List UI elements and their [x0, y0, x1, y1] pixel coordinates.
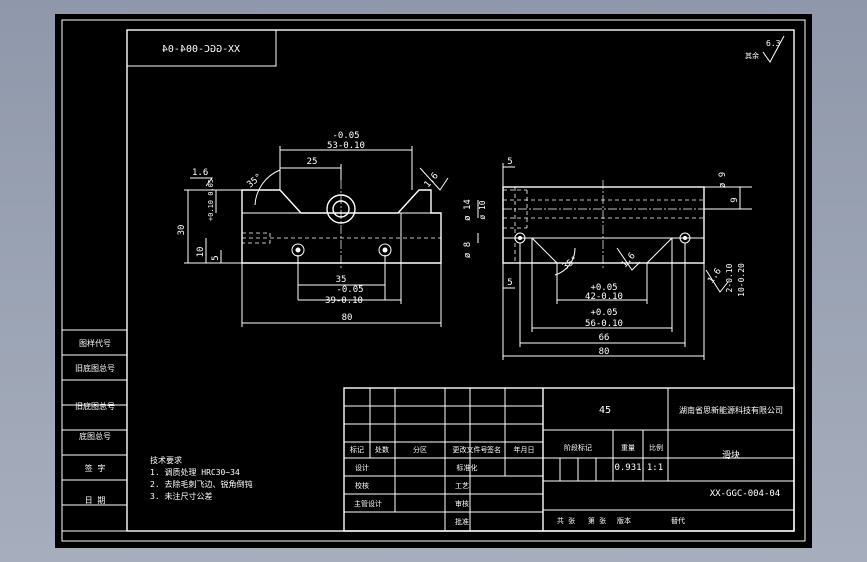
tb-row-label: 校核: [355, 481, 369, 490]
side-roughness-right: 1.6: [706, 267, 724, 286]
tb-bottom-label: 版本: [617, 516, 631, 525]
front-view: -0.05 53-0.10 25 35 -0.05 39-0.10 80 30 …: [177, 131, 449, 327]
side-v-groove: [530, 237, 674, 264]
front-small-hole-right-core: [382, 247, 388, 253]
dim-10: 10: [196, 247, 206, 258]
side-view: 5 ø 14 ø 10 ø 8 ø 9 9 5 +0.05 42-0.10 +0…: [463, 157, 752, 360]
tb-header: 处数: [375, 445, 389, 454]
tb-header: 分区: [413, 445, 427, 454]
side-angle-35: 35°: [561, 255, 580, 273]
title-block: 45 湖南省思新能源科技有限公司 滑块 XX-GGC-004-04 0.931 …: [343, 387, 795, 532]
side-dim-42: 42-0.10: [585, 292, 623, 302]
tb-bottom-label: 共 张: [557, 516, 575, 525]
tb-mid-label: 批准: [455, 517, 469, 526]
left-strip-label: 日 期: [85, 496, 106, 505]
dim-25: 25: [307, 157, 318, 167]
dim-5: 5: [211, 255, 221, 260]
dim-80: 80: [342, 313, 353, 323]
left-strip-label: 旧底图总号: [75, 401, 115, 411]
tb-header: 年月日: [514, 445, 535, 454]
tb-bottom-label: 第 张: [588, 516, 606, 525]
dim-10-tol: +0.10 0.05: [207, 179, 215, 221]
tb-header-right: 比例: [649, 443, 663, 452]
inner-frame: [126, 29, 795, 532]
left-strip: 图样代号 旧底图总号 旧底图总号 底图总号 签 字 日 期: [61, 329, 128, 532]
dim-30: 30: [177, 225, 187, 236]
side-dim-80: 80: [599, 347, 610, 357]
tb-header: 更改文件号: [453, 445, 488, 454]
left-strip-label: 图样代号: [79, 338, 111, 348]
roughness-note: 其余: [745, 51, 759, 60]
material: 45: [599, 405, 611, 416]
side-dim-5-bot: 5: [507, 278, 512, 288]
dim-35: 35: [336, 275, 347, 285]
left-strip-label: 旧底图总号: [75, 363, 115, 373]
tb-header-right: 重量: [621, 444, 635, 452]
side-dim-2: 2-0.10: [725, 263, 734, 292]
part-number-mirrored: XX-GGC-004-04: [162, 44, 240, 55]
part-name: 滑块: [722, 449, 740, 461]
left-strip-label: 签 字: [85, 463, 106, 473]
tech-req-item: 3. 未注尺寸公差: [150, 491, 212, 501]
side-dim-d14: ø 14: [463, 199, 473, 221]
side-dim-56: 56-0.10: [585, 319, 623, 329]
side-dim-10: 10-0.20: [737, 263, 746, 297]
technical-requirements: 技术要求 1. 调质处理 HRC30~34 2. 去除毛刺飞边、锐角倒钝 3. …: [150, 455, 252, 501]
front-small-hole-left-core: [295, 247, 301, 253]
roughness-value: 6.3: [766, 39, 781, 48]
tb-header: 标记: [350, 445, 364, 454]
front-angle-35: 35°: [246, 172, 265, 190]
tb-row-label: 设计: [355, 463, 369, 472]
part-number: XX-GGC-004-04: [710, 489, 780, 499]
cad-drawing: XX-GGC-004-04 其余 6.3 -0.05 53-0.10 25 35…: [61, 19, 806, 542]
tb-header-right: 阶段标记: [564, 443, 592, 452]
side-dim-66: 66: [599, 333, 610, 343]
left-strip-label: 底图总号: [79, 431, 111, 441]
tb-mid-label: 工艺: [455, 482, 469, 490]
dim-53: 53-0.10: [327, 141, 365, 151]
side-view-outline: [502, 186, 705, 264]
side-dim-5-top: 5: [507, 157, 512, 167]
side-dim-9: 9: [730, 197, 740, 202]
tb-bottom-label: 替代: [671, 516, 685, 525]
tb-mid-label: 审核: [455, 499, 469, 508]
dim-39: 39-0.10: [325, 296, 363, 306]
dim-53-tol: -0.05: [332, 131, 359, 141]
tech-req-item: 2. 去除毛刺飞边、锐角倒钝: [150, 479, 252, 489]
side-dim-d10: ø 10: [478, 200, 487, 219]
tb-mid-label: 标准化: [457, 463, 478, 472]
tb-header: 签名: [487, 445, 501, 454]
tech-req-title: 技术要求: [150, 455, 182, 465]
company-name: 湖南省思新能源科技有限公司: [679, 405, 783, 415]
tb-row-label: 主管设计: [354, 499, 382, 508]
side-dim-56-tol: +0.05: [590, 308, 617, 318]
tech-req-item: 1. 调质处理 HRC30~34: [150, 467, 240, 477]
weight-value: 0.931: [614, 463, 641, 473]
side-dim-d8: ø 8: [463, 242, 473, 258]
side-dim-d9: ø 9: [718, 172, 728, 188]
dim-39-tol: -0.05: [336, 285, 363, 295]
scale-value: 1:1: [647, 463, 663, 473]
front-roughness-left: 1.6: [192, 168, 208, 178]
